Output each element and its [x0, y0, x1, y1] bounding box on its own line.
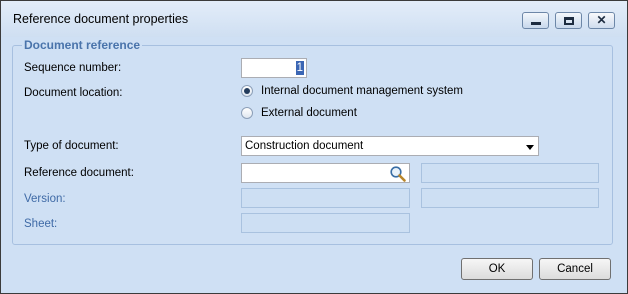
radio-selected-dot: [244, 88, 250, 94]
title-bar[interactable]: Reference document properties ✕: [1, 1, 627, 37]
type-of-document-value: Construction document: [245, 140, 364, 152]
reference-document-input[interactable]: [241, 163, 410, 183]
close-icon: ✕: [596, 13, 607, 27]
document-location-label: Document location:: [24, 87, 123, 99]
sequence-number-value: 1: [295, 61, 304, 75]
minimize-icon: [531, 22, 541, 25]
version-description-field: [421, 188, 599, 208]
window-title: Reference document properties: [13, 12, 189, 26]
maximize-icon: [564, 17, 574, 25]
minimize-button[interactable]: [522, 12, 549, 29]
radio-external-document[interactable]: [241, 107, 253, 119]
maximize-button[interactable]: [555, 12, 582, 29]
type-of-document-select[interactable]: Construction document: [241, 136, 539, 156]
type-of-document-label: Type of document:: [24, 140, 119, 152]
version-field: [241, 188, 410, 208]
cancel-button[interactable]: Cancel: [539, 258, 611, 280]
reference-document-label: Reference document:: [24, 167, 134, 179]
sequence-number-input[interactable]: 1: [241, 58, 307, 78]
radio-internal-dms-label[interactable]: Internal document management system: [261, 85, 463, 97]
close-button[interactable]: ✕: [588, 12, 615, 29]
radio-internal-dms[interactable]: [241, 85, 253, 97]
sheet-field: [241, 213, 410, 233]
group-title: Document reference: [22, 38, 143, 52]
chevron-down-icon[interactable]: [526, 145, 534, 150]
sequence-number-label: Sequence number:: [24, 62, 122, 74]
radio-external-document-label[interactable]: External document: [261, 107, 357, 119]
ok-button[interactable]: OK: [461, 258, 533, 280]
search-icon[interactable]: [389, 165, 407, 183]
version-label: Version:: [24, 193, 66, 205]
dialog-window: Reference document properties ✕ Document…: [0, 0, 628, 294]
reference-document-description-field: [421, 163, 599, 183]
sheet-label: Sheet:: [24, 218, 58, 230]
